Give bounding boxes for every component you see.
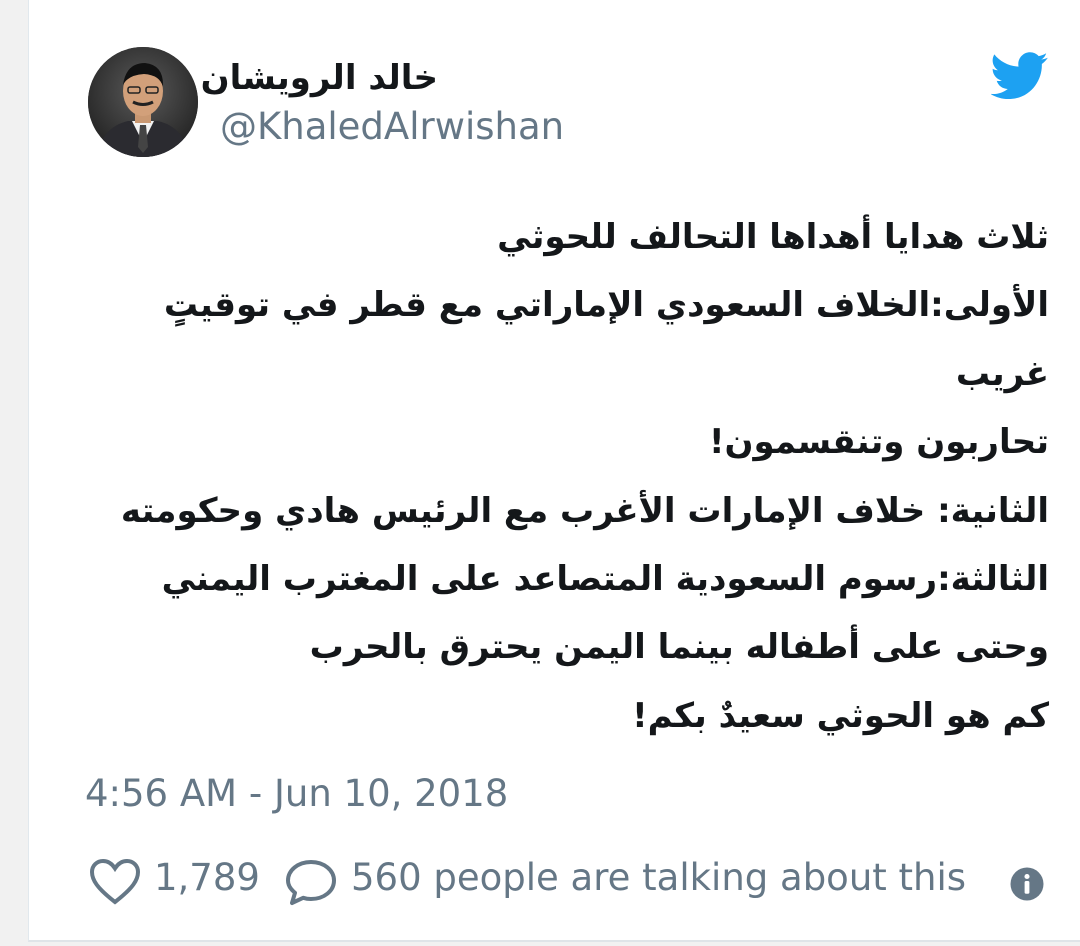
tweet-line: الأولى:الخلاف السعودي الإماراتي مع قطر ف… <box>163 285 1049 326</box>
like-count[interactable]: 1,789 <box>154 854 260 902</box>
tweet-line: غريب <box>955 353 1049 394</box>
talking-count[interactable]: 560 people are talking about this <box>351 854 966 902</box>
tweet-line: وحتى على أطفاله بينما اليمن يحترق بالحرب <box>309 627 1049 668</box>
tweet-line: ثلاث هدايا أهداها التحالف للحوثي <box>497 217 1049 257</box>
author-handle[interactable]: @KhaledAlrwishan <box>220 105 564 149</box>
tweet-line: الثانية: خلاف الإمارات الأغرب مع الرئيس … <box>120 490 1049 531</box>
twitter-bird-icon[interactable] <box>991 52 1049 100</box>
tweet-text: ثلاث هدايا أهداها التحالف للحوثي الأولى:… <box>89 203 1049 750</box>
tweet-timestamp[interactable]: 4:56 AM - Jun 10, 2018 <box>85 770 508 818</box>
speech-bubble-icon[interactable] <box>285 858 337 906</box>
tweet-line: الثالثة:رسوم السعودية المتصاعد على المغت… <box>161 558 1049 599</box>
info-icon[interactable] <box>1009 866 1045 902</box>
tweet-actions: 1,789 560 people are talking about this <box>89 852 1049 908</box>
author-display-name[interactable]: خالد الرويشان <box>201 58 438 98</box>
author-avatar[interactable] <box>88 47 198 157</box>
heart-icon[interactable] <box>89 858 141 906</box>
tweet-card: خالد الرويشان @KhaledAlrwishan ثلاث هداي… <box>28 0 1080 942</box>
tweet-line: كم هو الحوثي سعيدٌ بكم! <box>632 695 1049 736</box>
tweet-line: تحاربون وتنقسمون! <box>708 422 1049 463</box>
